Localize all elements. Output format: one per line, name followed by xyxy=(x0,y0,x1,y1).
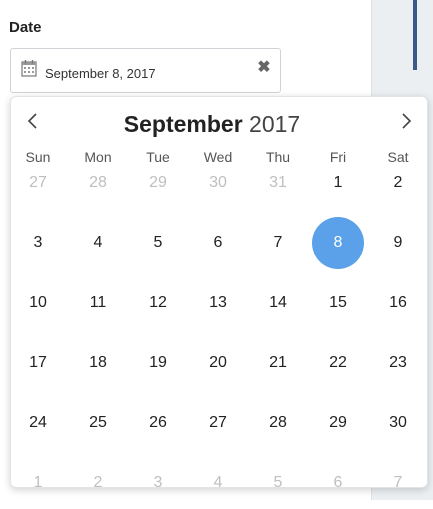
day-cell[interactable]: 1 xyxy=(12,457,64,509)
day-cell[interactable]: 6 xyxy=(192,217,244,269)
day-cell[interactable]: 16 xyxy=(372,277,424,329)
day-cell[interactable]: 30 xyxy=(372,397,424,449)
day-cell[interactable]: 13 xyxy=(192,277,244,329)
day-cell[interactable]: 12 xyxy=(132,277,184,329)
day-cell[interactable]: 14 xyxy=(252,277,304,329)
day-cell[interactable]: 2 xyxy=(72,457,124,509)
date-input-value: September 8, 2017 xyxy=(45,66,156,81)
day-cell[interactable]: 25 xyxy=(72,397,124,449)
day-cell[interactable]: 11 xyxy=(72,277,124,329)
day-cell[interactable]: 9 xyxy=(372,217,424,269)
day-cell[interactable]: 23 xyxy=(372,337,424,389)
day-cell[interactable]: 28 xyxy=(72,157,124,209)
day-cell[interactable]: 10 xyxy=(12,277,64,329)
day-cell[interactable]: 17 xyxy=(12,337,64,389)
day-cell[interactable]: 5 xyxy=(252,457,304,509)
day-cell[interactable]: 19 xyxy=(132,337,184,389)
background-accent-bar xyxy=(413,0,417,70)
day-cell[interactable]: 2 xyxy=(372,157,424,209)
day-cell[interactable]: 4 xyxy=(72,217,124,269)
day-cell[interactable]: 24 xyxy=(12,397,64,449)
day-cell[interactable]: 4 xyxy=(192,457,244,509)
day-cell[interactable]: 3 xyxy=(132,457,184,509)
date-field-label: Date xyxy=(9,19,42,36)
day-cell[interactable]: 27 xyxy=(12,157,64,209)
calendar-icon xyxy=(21,59,37,77)
month-label: September xyxy=(123,111,243,137)
day-cell[interactable]: 1 xyxy=(312,157,364,209)
datepicker-popup: September 2017 Sun Mon Tue Wed Thu Fri Sat 27 2… xyxy=(10,96,428,491)
day-cell[interactable]: 6 xyxy=(312,457,364,509)
day-cell[interactable]: 30 xyxy=(192,157,244,209)
day-cell[interactable]: 31 xyxy=(252,157,304,209)
day-cell[interactable]: 26 xyxy=(132,397,184,449)
day-cell[interactable]: 3 xyxy=(12,217,64,269)
chevron-right-icon[interactable] xyxy=(394,109,418,133)
day-cell[interactable]: 7 xyxy=(372,457,424,509)
day-cell[interactable]: 28 xyxy=(252,397,304,449)
date-input[interactable]: September 8, 2017 ✖ xyxy=(10,48,281,93)
day-cell[interactable]: 7 xyxy=(252,217,304,269)
month-year-title: September 2017 xyxy=(11,111,413,138)
day-cell[interactable]: 29 xyxy=(312,397,364,449)
day-cell[interactable]: 20 xyxy=(192,337,244,389)
day-cell[interactable]: 5 xyxy=(132,217,184,269)
day-cell[interactable]: 21 xyxy=(252,337,304,389)
day-cell[interactable]: 27 xyxy=(192,397,244,449)
year-label: 2017 xyxy=(249,111,301,137)
day-cell[interactable]: 15 xyxy=(312,277,364,329)
day-cell[interactable]: 29 xyxy=(132,157,184,209)
day-cell[interactable]: 18 xyxy=(72,337,124,389)
day-cell[interactable]: 22 xyxy=(312,337,364,389)
day-cell-selected[interactable]: 8 xyxy=(312,217,364,269)
close-icon[interactable]: ✖ xyxy=(254,58,274,78)
